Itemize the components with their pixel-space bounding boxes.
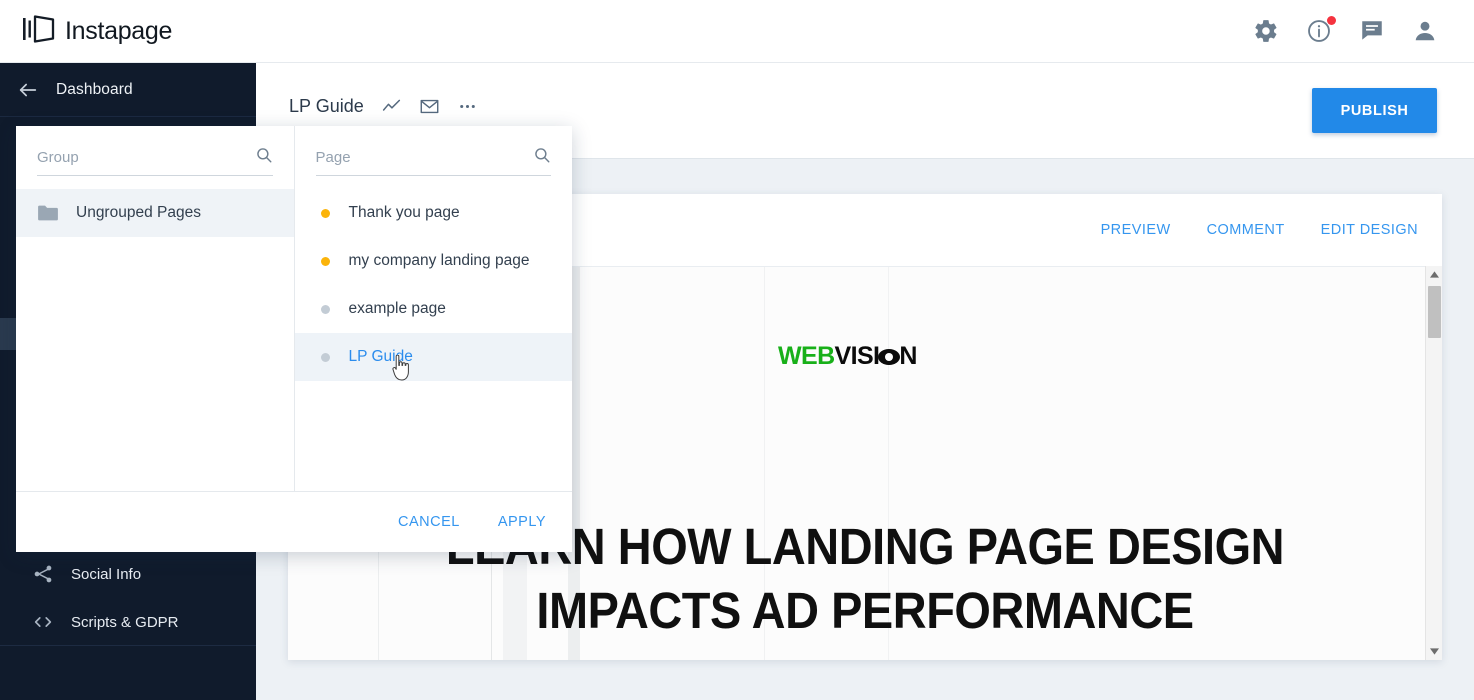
page-row-thank-you-page[interactable]: Thank you page [295, 189, 573, 237]
page-row-label: Thank you page [348, 204, 460, 221]
page-row-label: LP Guide [348, 348, 413, 365]
topbar-icon-group [1253, 16, 1438, 44]
instapage-logo-icon [22, 14, 56, 49]
scrollbar-thumb[interactable] [1428, 286, 1441, 338]
search-icon[interactable] [533, 146, 551, 164]
headline-line-2: IMPACTS AD PERFORMANCE [536, 582, 1194, 639]
comment-link[interactable]: COMMENT [1207, 222, 1285, 238]
group-row-label: Ungrouped Pages [76, 204, 201, 221]
webvision-logo: WEB VISI N [778, 342, 917, 371]
notification-badge [1327, 16, 1336, 25]
mail-icon[interactable] [419, 96, 440, 117]
brand-name: Instapage [65, 16, 173, 45]
page-row-example-page[interactable]: example page [295, 285, 573, 333]
status-dot [320, 208, 330, 218]
preview-scrollbar[interactable] [1425, 266, 1442, 660]
sidebar-menu: Social Info Scripts & GDPR [0, 550, 256, 646]
eye-icon [878, 348, 901, 365]
analytics-icon[interactable] [381, 96, 402, 117]
picker-columns: Ungrouped Pages Thank [16, 126, 572, 491]
page-title: LP Guide [289, 96, 364, 116]
page-picker-popover: Ungrouped Pages Thank [16, 126, 572, 552]
brand-logo[interactable]: Instapage [22, 14, 172, 49]
cancel-button[interactable]: CANCEL [398, 514, 460, 530]
preview-actions: PREVIEW COMMENT EDIT DESIGN [1101, 194, 1418, 266]
page-search-input[interactable] [315, 142, 551, 172]
logo-part-visi: VISI [834, 342, 880, 370]
scroll-up-icon[interactable] [1426, 266, 1443, 283]
sidebar-item-label: Scripts & GDPR [71, 613, 179, 631]
info-icon[interactable] [1306, 16, 1336, 44]
preview-link[interactable]: PREVIEW [1101, 222, 1171, 238]
editor-title-row: LP Guide [289, 96, 478, 117]
logo-part-web: WEB [778, 342, 835, 370]
group-search-input[interactable] [37, 142, 273, 172]
share-icon [32, 563, 54, 585]
page-row-label: example page [348, 300, 446, 317]
apply-button[interactable]: APPLY [498, 514, 546, 530]
group-row-ungrouped-pages[interactable]: Ungrouped Pages [16, 189, 294, 237]
page-row-my-company-landing-page[interactable]: my company landing page [295, 237, 573, 285]
scroll-down-icon[interactable] [1426, 643, 1443, 660]
group-column: Ungrouped Pages [16, 126, 295, 491]
status-dot [320, 352, 330, 362]
folder-icon [37, 204, 59, 222]
person-icon[interactable] [1412, 18, 1438, 44]
sidebar-item-label: Social Info [71, 565, 142, 583]
top-bar: Instapage [0, 0, 1474, 63]
sidebar-dashboard-label: Dashboard [56, 80, 133, 98]
group-list: Ungrouped Pages [16, 189, 294, 237]
publish-button[interactable]: PUBLISH [1312, 88, 1437, 133]
search-icon[interactable] [255, 146, 273, 164]
sidebar-dashboard-link[interactable]: Dashboard [0, 63, 256, 117]
more-icon[interactable] [457, 96, 478, 117]
edit-design-link[interactable]: EDIT DESIGN [1321, 222, 1418, 238]
group-search [37, 142, 273, 176]
page-search [315, 142, 551, 176]
page-column: Thank you page my company landing page e… [294, 126, 573, 491]
page-list: Thank you page my company landing page e… [294, 189, 573, 381]
sidebar-item-scripts-gdpr[interactable]: Scripts & GDPR [0, 598, 256, 646]
sidebar-item-social-info[interactable]: Social Info [0, 550, 256, 598]
chat-icon[interactable] [1359, 18, 1385, 44]
status-dot [320, 256, 330, 266]
code-icon [32, 611, 54, 633]
gear-icon[interactable] [1253, 18, 1279, 44]
page-row-label: my company landing page [348, 252, 530, 269]
page-row-lp-guide[interactable]: LP Guide [294, 333, 572, 381]
status-dot [320, 304, 330, 314]
arrow-left-icon [17, 79, 39, 101]
app-root: Instapage Dashboard Social Info Scripts … [0, 0, 1474, 700]
picker-footer: CANCEL APPLY [16, 491, 572, 552]
logo-part-n: N [899, 342, 917, 370]
